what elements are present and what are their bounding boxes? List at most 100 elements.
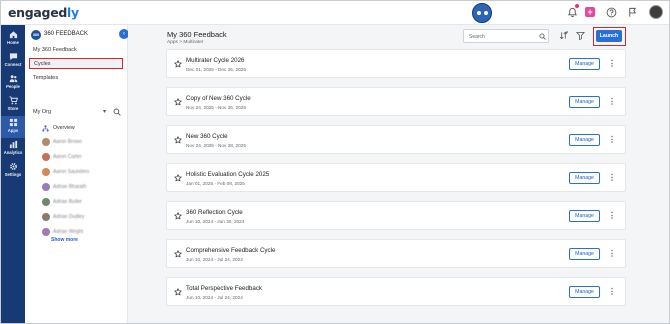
gear-icon (9, 163, 17, 170)
nav-item-cycles[interactable]: Cycles (29, 58, 123, 69)
launch-button[interactable]: Launch (596, 30, 622, 42)
cycle-dates: Jun 10, 2024 - Jul 24, 2024 (186, 257, 243, 262)
flag-icon[interactable] (627, 7, 638, 18)
rail-label: Settings (4, 172, 22, 177)
cycle-card[interactable]: Multirater Cycle 2026 Dec 01, 2025 - Dec … (166, 49, 626, 78)
rail-item-store[interactable]: Store (1, 94, 25, 116)
more-options-icon[interactable]: ⋮ (608, 248, 616, 260)
notification-badge (575, 4, 579, 8)
star-icon[interactable] (174, 60, 182, 68)
app-rail: Home Connect People Store Apps Analytics… (1, 25, 25, 323)
my-org-label[interactable]: My Org (33, 109, 51, 115)
nav-item-templates[interactable]: Templates (29, 73, 123, 84)
cycle-card[interactable]: Copy of New 360 Cycle Nov 24, 2025 - Nov … (166, 87, 626, 116)
breadcrumb[interactable]: Apps > Multirater (167, 40, 203, 45)
star-icon[interactable] (174, 174, 182, 182)
more-options-icon[interactable]: ⋮ (608, 210, 616, 222)
more-options-icon[interactable]: ⋮ (608, 58, 616, 70)
chart-icon (9, 140, 17, 149)
cycle-name[interactable]: Holistic Evaluation Cycle 2025 (186, 171, 269, 178)
cycle-dates: Jun 10, 2024 - Jul 24, 2024 (186, 295, 243, 300)
cycle-card[interactable]: New 360 Cycle Nov 24, 2025 - Nov 28, 2025… (166, 125, 626, 154)
module-icon: 360 (31, 30, 41, 40)
org-search-icon[interactable] (113, 108, 121, 116)
more-options-icon[interactable]: ⋮ (608, 286, 616, 298)
cycle-dates: Jun 10, 2024 - Jun 30, 2024 (186, 219, 245, 224)
cycle-card[interactable]: 360 Reflection Cycle Jun 10, 2024 - Jun 3… (166, 201, 626, 230)
member-name: Aaron Carter (53, 154, 82, 160)
overview-label: Overview (53, 125, 75, 131)
help-icon[interactable] (606, 7, 617, 18)
page-title: My 360 Feedback (167, 30, 227, 39)
more-options-icon[interactable]: ⋮ (608, 96, 616, 108)
cycle-dates: Nov 24, 2025 - Nov 28, 2025 (186, 143, 246, 148)
rail-label: Store (7, 106, 19, 111)
manage-button[interactable]: Manage (569, 248, 600, 260)
org-tree-icon (42, 125, 49, 132)
rail-item-analytics[interactable]: Analytics (1, 138, 25, 160)
app-logo[interactable]: engagedly (8, 5, 79, 20)
rail-item-people[interactable]: People (1, 72, 25, 94)
cycle-name[interactable]: Copy of New 360 Cycle (186, 95, 251, 102)
launch-highlight: Launch (593, 27, 626, 46)
cycle-name[interactable]: Comprehensive Feedback Cycle (186, 247, 275, 254)
chevron-down-icon[interactable]: ▾ (103, 108, 106, 115)
sort-icon[interactable] (559, 31, 568, 40)
rail-item-home[interactable]: Home (1, 28, 25, 50)
star-icon[interactable] (174, 136, 182, 144)
cycle-card[interactable]: Comprehensive Feedback Cycle Jun 10, 2024… (166, 239, 626, 268)
app-window: engagedly + Home Connect People Store Ap… (0, 0, 670, 324)
cycle-card[interactable]: Holistic Evaluation Cycle 2025 Jan 01, 20… (166, 163, 626, 192)
logo-accent-text: ly (67, 5, 79, 20)
star-icon[interactable] (174, 288, 182, 296)
manage-button[interactable]: Manage (569, 286, 600, 298)
top-bar: engagedly + (1, 1, 669, 25)
rail-item-settings[interactable]: Settings (1, 160, 25, 182)
add-icon[interactable]: + (585, 7, 595, 17)
manage-button[interactable]: Manage (569, 96, 600, 108)
search-icon[interactable] (539, 33, 546, 40)
bell-icon[interactable] (567, 7, 578, 18)
member-name: Adrian Dudley (53, 214, 85, 220)
member-name: Aaron Saunders (53, 169, 90, 175)
nav-item-my-360-feedback[interactable]: My 360 Feedback (29, 45, 123, 56)
show-more-link[interactable]: Show more (51, 237, 78, 243)
cycle-name[interactable]: Total Perspective Feedback (186, 285, 262, 292)
star-icon[interactable] (174, 212, 182, 220)
manage-button[interactable]: Manage (569, 58, 600, 70)
star-icon[interactable] (174, 98, 182, 106)
member-name: Adrian Wright (53, 229, 84, 235)
filter-icon[interactable] (576, 31, 585, 40)
module-title: 360 FEEDBACK (44, 31, 89, 37)
logo-text: engaged (8, 5, 68, 20)
module-sidebar: 360 360 FEEDBACK ‹ My 360 Feedback Cycle… (25, 25, 129, 323)
avatar (42, 138, 50, 146)
more-options-icon[interactable]: ⋮ (608, 134, 616, 146)
user-avatar[interactable] (649, 5, 663, 19)
manage-button[interactable]: Manage (569, 210, 600, 222)
module-header: 360 360 FEEDBACK (31, 29, 123, 41)
home-icon (9, 31, 17, 39)
search-input[interactable] (469, 32, 533, 41)
cycle-dates: Dec 01, 2025 - Dec 25, 2025 (186, 67, 246, 72)
chat-icon (9, 53, 17, 61)
grid-icon (9, 118, 17, 127)
avatar (42, 228, 50, 236)
more-options-icon[interactable]: ⋮ (608, 172, 616, 184)
rail-item-connect[interactable]: Connect (1, 50, 25, 72)
member-name: Adrian Bharath (53, 184, 87, 190)
cycle-dates: Nov 24, 2025 - Nov 26, 2025 (186, 105, 246, 110)
cycle-name[interactable]: 360 Reflection Cycle (186, 209, 243, 216)
cycle-name[interactable]: New 360 Cycle (186, 133, 228, 140)
rail-item-apps[interactable]: Apps (1, 116, 25, 138)
cycle-name[interactable]: Multirater Cycle 2026 (186, 57, 244, 64)
main-content: My 360 Feedback Apps > Multirater Launch… (128, 25, 669, 323)
star-icon[interactable] (174, 250, 182, 258)
search-box[interactable] (463, 29, 549, 43)
manage-button[interactable]: Manage (569, 172, 600, 184)
avatar (42, 213, 50, 221)
rail-label: Analytics (3, 150, 23, 155)
cart-icon (8, 96, 18, 105)
manage-button[interactable]: Manage (569, 134, 600, 146)
cycle-card[interactable]: Total Perspective Feedback Jun 10, 2024 -… (166, 277, 626, 306)
